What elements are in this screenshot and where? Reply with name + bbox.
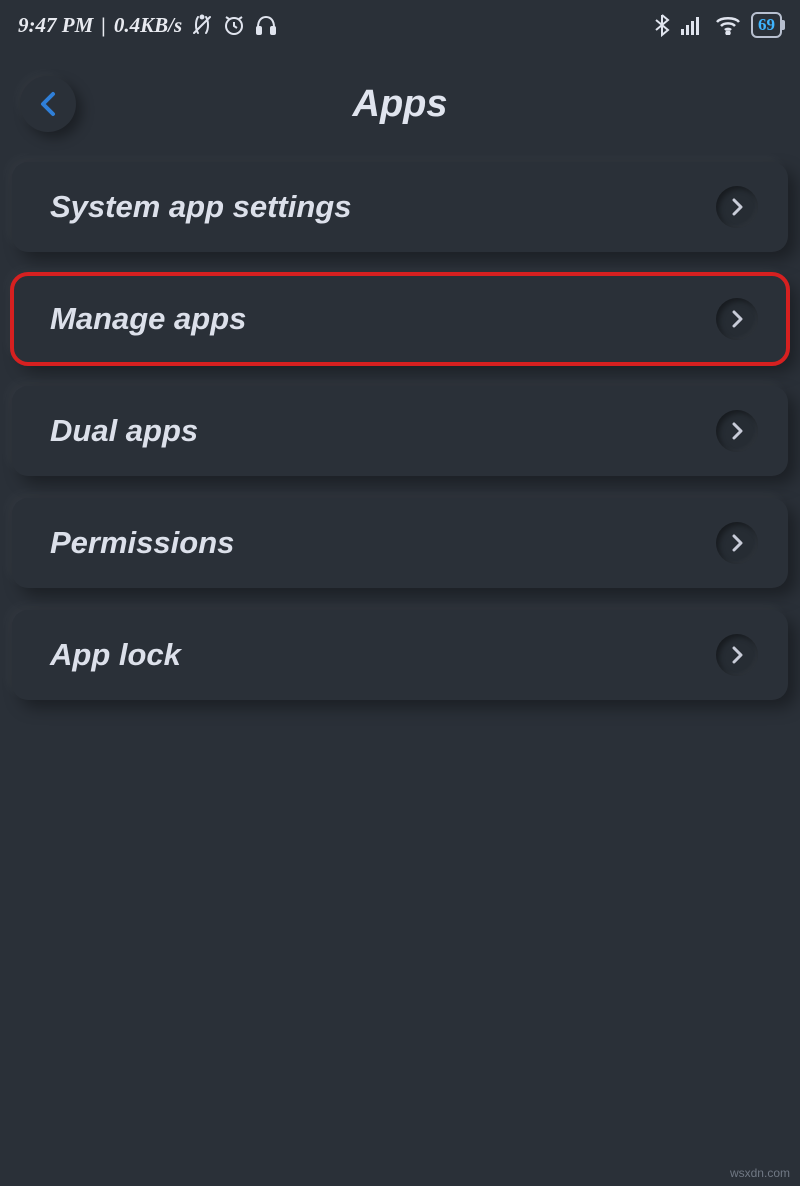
header: Apps (0, 46, 800, 162)
signal-icon (681, 15, 705, 35)
menu-label: App lock (50, 637, 181, 673)
battery-indicator: 69 (751, 12, 782, 38)
status-speed: 0.4KB/s (114, 13, 182, 38)
chevron-left-icon (37, 90, 59, 118)
status-left: 9:47 PM | 0.4KB/s (18, 13, 278, 38)
menu-label: Dual apps (50, 413, 198, 449)
menu-list: System app settings Manage apps Dual app… (0, 162, 800, 700)
battery-level: 69 (758, 15, 775, 35)
chevron-right-icon (716, 186, 758, 228)
chevron-right-icon (716, 522, 758, 564)
alarm-icon (222, 13, 246, 37)
status-time: 9:47 PM (18, 13, 93, 38)
status-right: 69 (653, 12, 782, 38)
menu-item-permissions[interactable]: Permissions (12, 498, 788, 588)
bluetooth-icon (653, 13, 671, 37)
status-bar: 9:47 PM | 0.4KB/s (0, 0, 800, 46)
menu-item-manage-apps[interactable]: Manage apps (12, 274, 788, 364)
chevron-right-icon (716, 634, 758, 676)
menu-label: System app settings (50, 189, 351, 225)
mute-icon (190, 13, 214, 37)
menu-item-dual-apps[interactable]: Dual apps (12, 386, 788, 476)
back-button[interactable] (20, 76, 76, 132)
watermark: wsxdn.com (730, 1166, 790, 1180)
headphones-icon (254, 13, 278, 37)
wifi-icon (715, 15, 741, 35)
menu-item-system-app-settings[interactable]: System app settings (12, 162, 788, 252)
page-title: Apps (353, 83, 448, 126)
status-separator: | (101, 13, 106, 38)
menu-item-app-lock[interactable]: App lock (12, 610, 788, 700)
chevron-right-icon (716, 410, 758, 452)
menu-label: Permissions (50, 525, 234, 561)
menu-label: Manage apps (50, 301, 246, 337)
chevron-right-icon (716, 298, 758, 340)
